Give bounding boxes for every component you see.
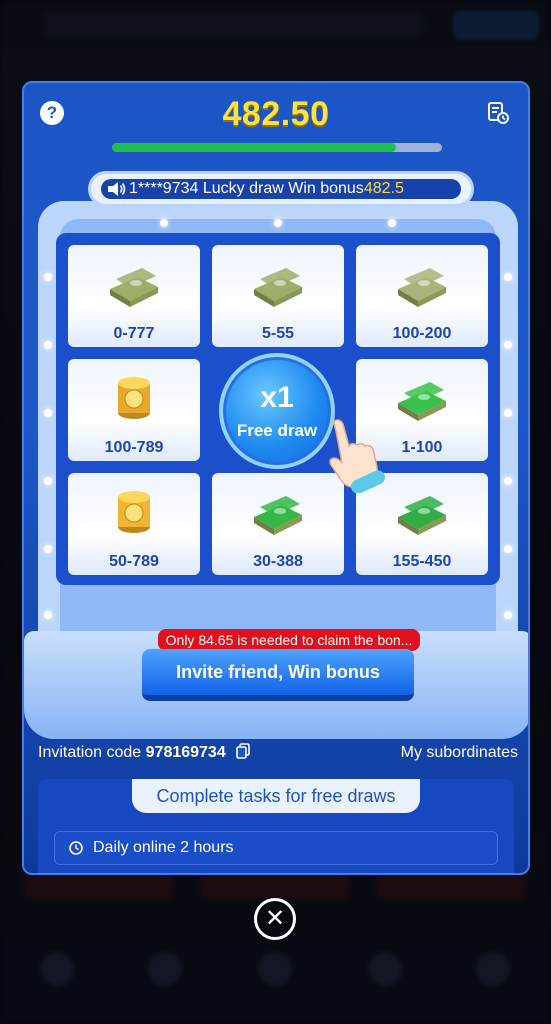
prize-cell: 100-789 [68, 359, 200, 461]
balance-amount: 482.50 [222, 95, 330, 133]
prize-range-label: 100-200 [392, 325, 452, 342]
cash-stack-icon [254, 268, 302, 307]
gold-coins-icon [118, 377, 150, 419]
light-dot [504, 545, 512, 553]
light-dot [44, 477, 52, 485]
task-item[interactable]: Daily online 2 hours [54, 831, 498, 865]
light-dot [504, 477, 512, 485]
copy-icon[interactable] [236, 743, 250, 759]
prize-range-label: 5-55 [261, 325, 295, 342]
ticker-prefix: 1****9734 Lucky draw Win bonus [129, 180, 364, 197]
invite-friend-button[interactable]: Invite friend, Win bonus [142, 649, 414, 701]
light-dot [44, 545, 52, 553]
invitation-code-value: 978169734 [145, 744, 226, 761]
prize-cell: 5-55 [212, 245, 344, 347]
winner-ticker: 1****9734 Lucky draw Win bonus482.5 [88, 171, 474, 207]
light-dot [504, 409, 512, 417]
green-cash-stack-icon [398, 496, 446, 535]
speaker-icon [108, 182, 126, 196]
prize-cell: 100-200 [356, 245, 488, 347]
gold-coin-stack-icon [118, 491, 150, 533]
light-dot [44, 409, 52, 417]
tasks-panel: Complete tasks for free draws Daily onli… [38, 779, 514, 873]
cash-stack-icon [110, 268, 158, 307]
light-dot [504, 341, 512, 349]
ticker-window: 1****9734 Lucky draw Win bonus482.5 [101, 179, 461, 199]
lucky-draw-modal: ? 482.50 1****9734 Lucky draw Win bonus4… [22, 81, 530, 875]
prize-range-label: 0-777 [113, 325, 155, 342]
claim-note-badge: Only 84.65 is needed to claim the bon... [158, 629, 420, 651]
invitation-row: Invitation code 978169734 My subordinate… [38, 741, 518, 765]
light-dot [44, 611, 52, 619]
prize-cell: 50-789 [68, 473, 200, 575]
clock-icon [69, 841, 83, 855]
invitation-code-label: Invitation code [38, 744, 142, 761]
draw-count: x1 [260, 381, 294, 414]
light-dot [44, 341, 52, 349]
prize-range-label: 100-789 [104, 439, 164, 456]
light-dot [160, 219, 168, 227]
my-subordinates-link[interactable]: My subordinates [401, 741, 518, 765]
prize-cell: 0-777 [68, 245, 200, 347]
green-cash-icon [398, 382, 446, 421]
light-dot [504, 611, 512, 619]
progress-fill [112, 143, 396, 152]
cash-pile-icon [398, 268, 446, 307]
light-dot [504, 273, 512, 281]
green-cash-pile-icon [254, 496, 302, 535]
light-dot [388, 219, 396, 227]
light-dot [274, 219, 282, 227]
ticker-amount: 482.5 [363, 180, 404, 197]
prize-range-label: 155-450 [392, 553, 452, 570]
prize-range-label: 50-789 [109, 553, 159, 570]
progress-bar [112, 143, 442, 152]
ticker-text: 1****9734 Lucky draw Win bonus482.5 [129, 180, 404, 197]
prize-range-label: 30-388 [253, 553, 303, 570]
pointing-hand-icon [329, 419, 385, 493]
task-label: Daily online 2 hours [93, 839, 234, 856]
light-dot [44, 273, 52, 281]
close-modal-button[interactable]: ✕ [254, 898, 296, 940]
tasks-title: Complete tasks for free draws [132, 779, 420, 813]
